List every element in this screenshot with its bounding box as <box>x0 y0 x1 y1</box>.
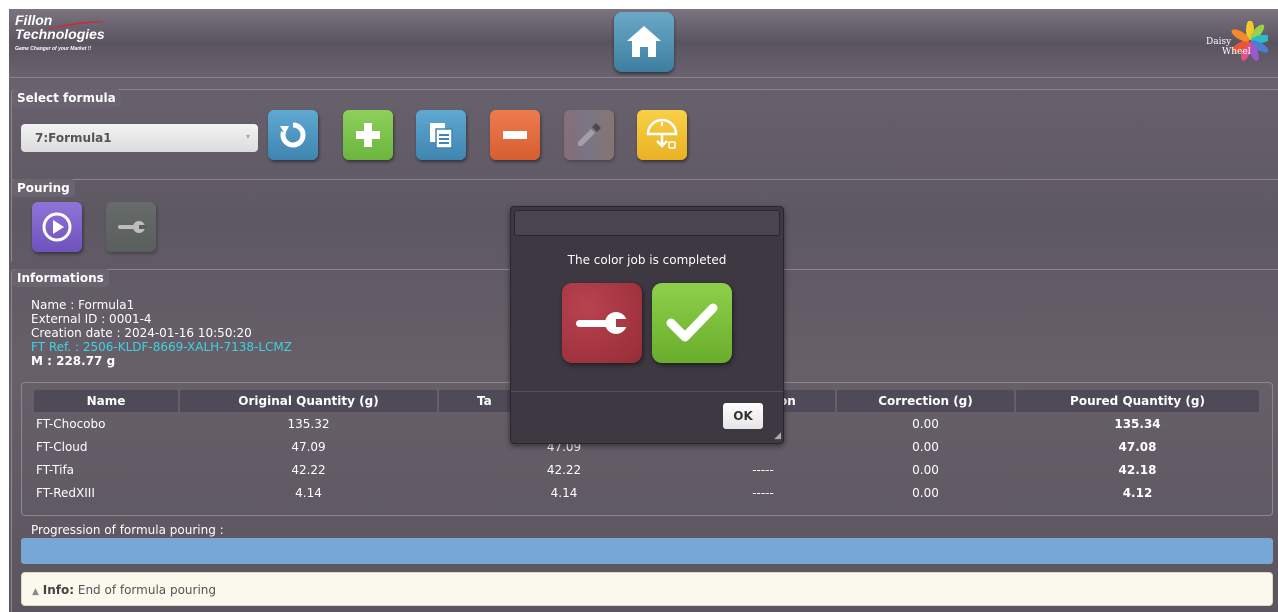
column-header: Correction (g) <box>837 390 1014 412</box>
confirm-dialog-button[interactable] <box>652 283 732 363</box>
dialog-message: The color job is completed <box>567 253 727 267</box>
dialog-divider <box>511 391 783 392</box>
cell-correction: 0.00 <box>912 440 939 454</box>
cell-name: FT-Tifa <box>36 463 75 477</box>
brand-tagline: Game Changer of your Market !! <box>15 46 92 52</box>
tare-button[interactable] <box>637 110 687 160</box>
start-pouring-button[interactable] <box>32 202 82 252</box>
cell-target: 4.14 <box>550 486 578 500</box>
section-legend: Select formula <box>12 89 121 107</box>
formula-select[interactable]: 7:Formula1 ▾ <box>21 124 258 152</box>
add-formula-button[interactable] <box>343 110 393 160</box>
partner-logo: Daisy Wheel <box>1198 21 1268 65</box>
refresh-icon <box>280 122 306 148</box>
info-message: End of formula pouring <box>77 583 216 597</box>
info-prefix: Info: <box>42 583 75 597</box>
wrench-icon <box>118 221 146 233</box>
wrench-icon <box>576 312 630 334</box>
formula-name: Name : Formula1 <box>31 298 135 312</box>
plus-icon <box>356 123 380 147</box>
column-header: Name <box>34 390 178 412</box>
cell-original: 47.09 <box>291 440 326 454</box>
warning-icon: ▲ <box>32 587 39 597</box>
play-icon <box>42 212 72 242</box>
header-bar: Fillon Technologies Game Changer of your… <box>9 9 1278 78</box>
job-completed-dialog: The color job is completed OK ◢ <box>510 206 784 444</box>
cell-poured: 42.18 <box>1118 463 1157 477</box>
scale-icon <box>646 118 678 149</box>
cell-target: 42.22 <box>546 463 582 477</box>
progress-label: Progression of formula pouring : <box>31 523 224 537</box>
cell-correction: 0.00 <box>912 463 939 477</box>
info-message-bar: ▲ Info: End of formula pouring <box>21 572 1273 606</box>
cell-poured: 4.12 <box>1122 486 1153 500</box>
section-legend: Informations <box>12 269 109 287</box>
color-picker-button[interactable] <box>564 110 614 160</box>
copy-icon <box>430 123 453 149</box>
maintenance-button[interactable] <box>106 202 156 252</box>
cell-deviation: ----- <box>752 463 774 477</box>
resize-grip-icon[interactable]: ◢ <box>774 431 781 441</box>
creation-date: Creation date : 2024-01-16 10:50:20 <box>31 326 252 340</box>
brand-logo: Fillon Technologies Game Changer of your… <box>15 13 106 56</box>
cell-original: 135.32 <box>287 417 330 431</box>
cell-correction: 0.00 <box>912 486 939 500</box>
cell-name: FT-RedXIII <box>36 486 95 500</box>
ok-button[interactable]: OK <box>723 403 763 429</box>
column-header: Original Quantity (g) <box>180 390 437 412</box>
cell-poured: 47.08 <box>1118 440 1157 454</box>
dialog-titlebar[interactable] <box>514 210 780 236</box>
cell-name: FT-Chocobo <box>36 417 106 431</box>
pouring-progress-bar <box>21 538 1273 564</box>
total-mass: M : 228.77 g <box>31 354 116 368</box>
table-row: FT-RedXIII 4.14 4.14 ----- 0.00 4.12 <box>34 482 1261 505</box>
dropper-icon <box>578 123 601 146</box>
maintenance-dialog-button[interactable] <box>562 283 642 363</box>
column-header: Poured Quantity (g) <box>1016 390 1259 412</box>
ft-reference: FT Ref. : 2506-KLDF-8669-XALH-7138-LCMZ <box>31 340 292 354</box>
cell-name: FT-Cloud <box>36 440 88 454</box>
cell-deviation: ----- <box>752 486 774 500</box>
cell-correction: 0.00 <box>912 417 939 431</box>
check-icon <box>666 303 718 342</box>
formula-details: Name : Formula1 External ID : 0001-4 Cre… <box>31 298 292 368</box>
reset-button[interactable] <box>268 110 318 160</box>
table-row: FT-Tifa 42.22 42.22 ----- 0.00 42.18 <box>34 459 1261 482</box>
partner-logo-line2: Wheel <box>1222 47 1251 57</box>
formula-select-value: 7:Formula1 <box>35 131 112 145</box>
copy-formula-button[interactable] <box>416 110 466 160</box>
partner-logo-line1: Daisy <box>1206 37 1232 47</box>
home-button[interactable] <box>614 12 674 72</box>
delete-formula-button[interactable] <box>490 110 540 160</box>
section-legend: Pouring <box>12 179 75 197</box>
partner-logo-text: Daisy Wheel <box>1206 37 1251 57</box>
minus-icon <box>503 131 527 139</box>
cell-original: 42.22 <box>291 463 326 477</box>
cell-original: 4.14 <box>295 486 322 500</box>
home-icon <box>627 26 661 57</box>
chevron-down-icon: ▾ <box>245 132 250 141</box>
external-id: External ID : 0001-4 <box>31 312 152 326</box>
cell-poured: 135.34 <box>1114 417 1161 431</box>
